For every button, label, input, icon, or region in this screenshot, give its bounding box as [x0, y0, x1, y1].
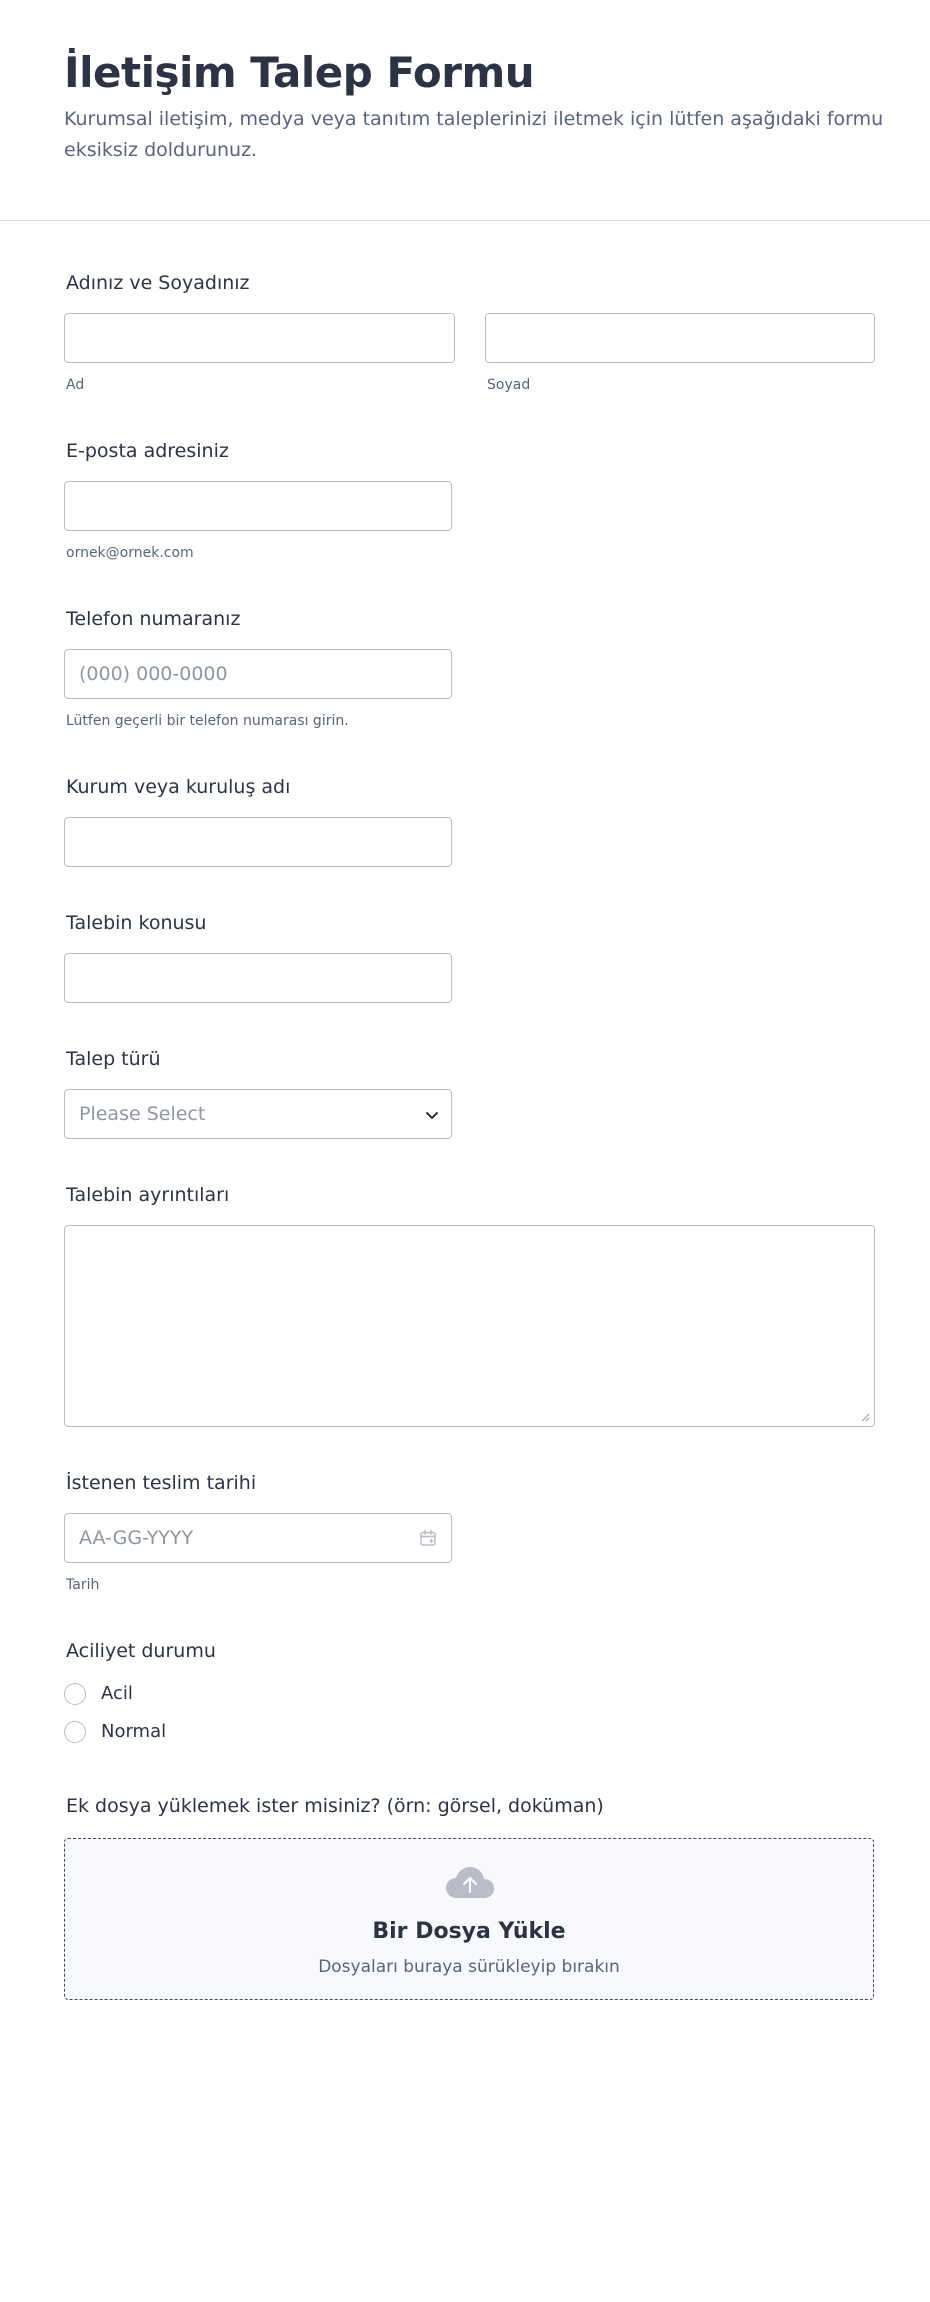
radio-label: Normal [101, 1721, 167, 1742]
organization-input[interactable] [64, 817, 452, 867]
calendar-icon[interactable] [419, 1529, 437, 1547]
phone-sublabel: Lütfen geçerli bir telefon numarası giri… [66, 713, 349, 729]
cloud-upload-icon [446, 1867, 494, 1898]
due-date-label: İstenen teslim tarihi [66, 1472, 257, 1494]
request-type-selected: Please Select [79, 1103, 206, 1125]
phone-input[interactable]: (000) 000-0000 [64, 649, 452, 699]
first-name-input[interactable] [64, 313, 455, 363]
subject-input[interactable] [64, 953, 452, 1003]
details-label: Talebin ayrıntıları [66, 1184, 230, 1206]
email-label: E-posta adresiniz [66, 440, 229, 462]
last-name-sublabel: Soyad [487, 377, 531, 393]
last-name-input[interactable] [485, 313, 875, 363]
request-type-label: Talep türü [66, 1048, 161, 1070]
chevron-down-icon [426, 1112, 438, 1119]
upload-button-title[interactable]: Bir Dosya Yükle [65, 1919, 873, 1944]
radio-button[interactable] [64, 1721, 86, 1743]
due-date-input[interactable]: AA-GG-YYYY [64, 1513, 452, 1563]
attachment-label: Ek dosya yüklemek ister misiniz? (örn: g… [66, 1795, 604, 1817]
subject-label: Talebin konusu [66, 912, 207, 934]
details-textarea[interactable] [64, 1225, 875, 1427]
organization-label: Kurum veya kuruluş adı [66, 776, 291, 798]
radio-label: Acil [101, 1683, 133, 1704]
name-label: Adınız ve Soyadınız [66, 272, 250, 294]
urgency-label: Aciliyet durumu [66, 1640, 216, 1662]
radio-button[interactable] [64, 1683, 86, 1705]
form-title: İletişim Talep Formu [64, 48, 535, 97]
form-header: İletişim Talep Formu Kurumsal iletişim, … [0, 0, 930, 221]
due-date-placeholder: AA-GG-YYYY [79, 1527, 194, 1549]
first-name-sublabel: Ad [66, 377, 85, 393]
email-input[interactable] [64, 481, 452, 531]
upload-hint: Dosyaları buraya sürükleyip bırakın [318, 1957, 620, 1977]
request-type-select[interactable]: Please Select [64, 1089, 452, 1139]
resize-grip-icon[interactable] [861, 1413, 870, 1422]
form-description: Kurumsal iletişim, medya veya tanıtım ta… [64, 108, 884, 161]
email-sublabel: ornek@ornek.com [66, 545, 194, 561]
due-date-sublabel: Tarih [66, 1577, 100, 1593]
file-upload-dropzone[interactable]: Bir Dosya Yükle Dosyaları buraya sürükle… [64, 1838, 874, 2000]
phone-label: Telefon numaranız [66, 608, 241, 630]
